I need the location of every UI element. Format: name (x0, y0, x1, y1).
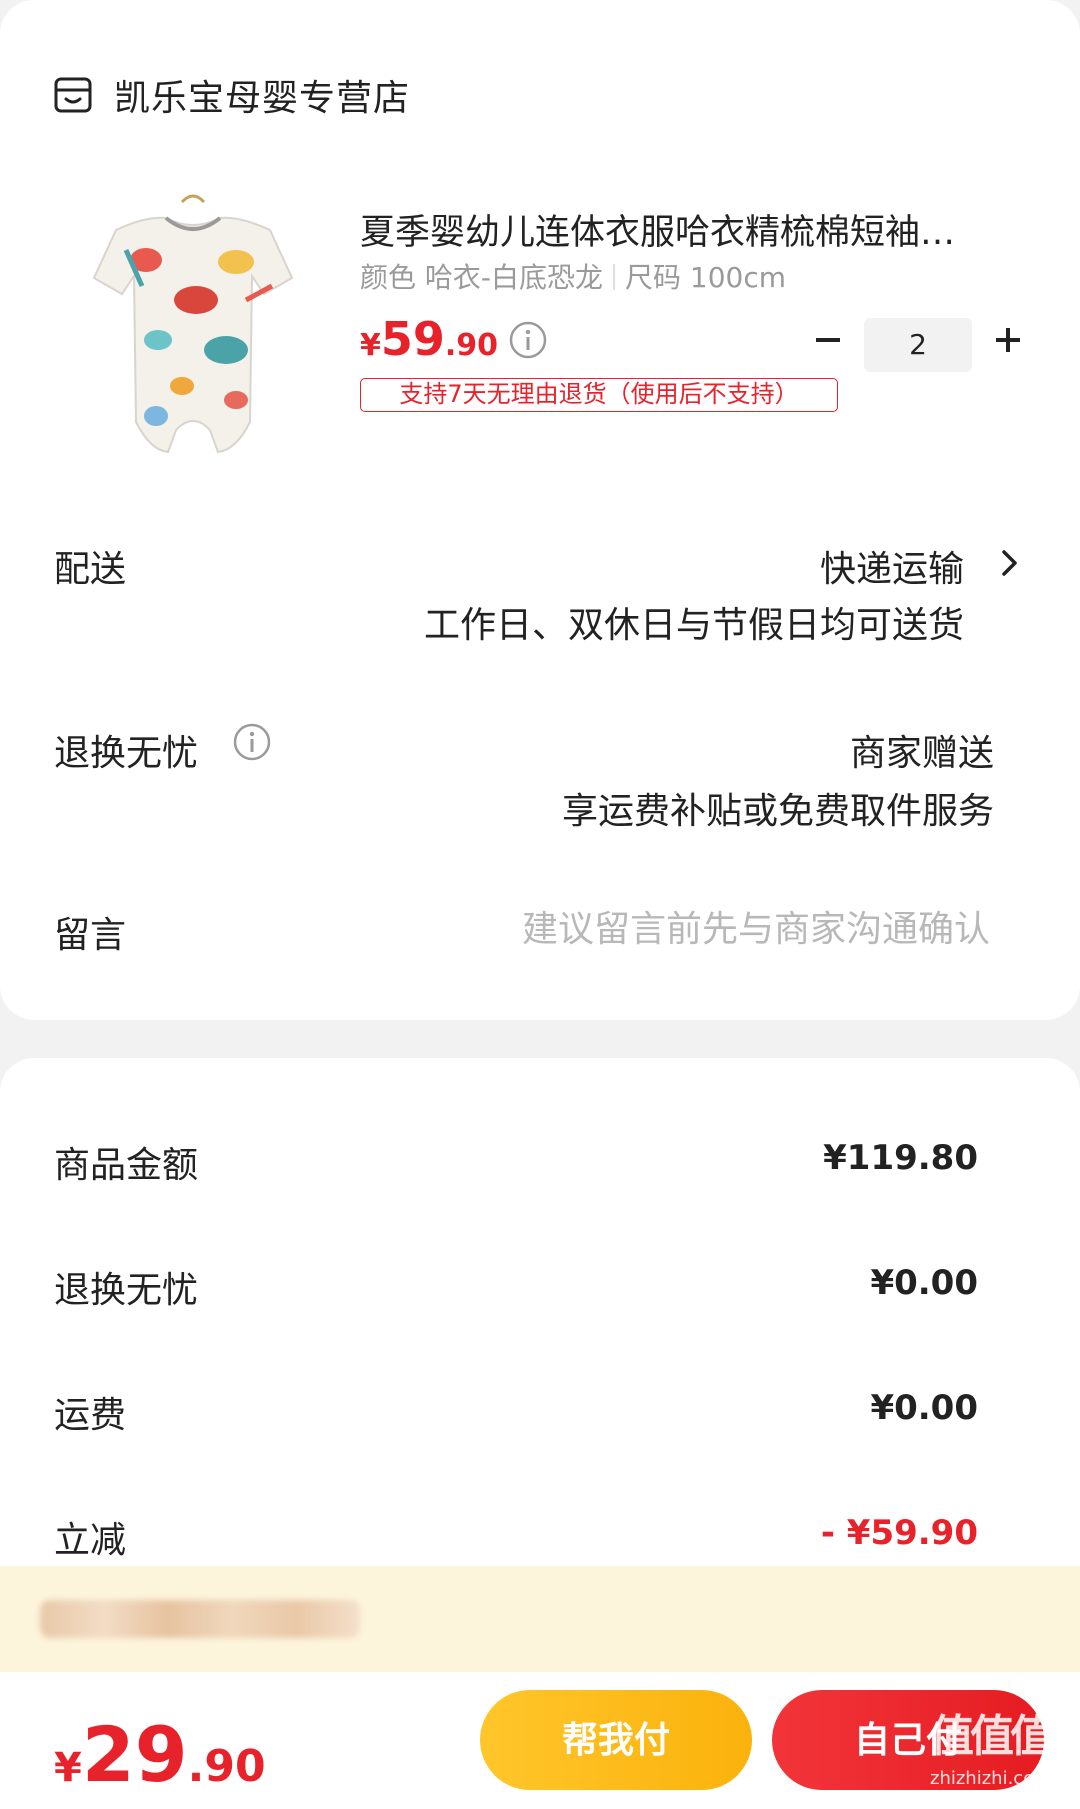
price-integer: 59 (380, 312, 445, 366)
order-card: 凯乐宝母婴专营店 夏季婴幼儿连体衣服哈衣精梳棉短袖… 颜色 哈衣-白底恐龙 尺码 … (0, 0, 1080, 1020)
spec-divider (613, 264, 616, 290)
quantity-input[interactable]: 2 (864, 318, 972, 372)
shipping-value: ¥0.00 (870, 1388, 978, 1428)
total-price: ¥ 29 .90 (54, 1710, 266, 1799)
help-me-pay-button[interactable]: 帮我付 (480, 1690, 752, 1790)
store-header[interactable]: 凯乐宝母婴专营店 (54, 70, 410, 120)
delivery-days: 工作日、双休日与节假日均可送货 (423, 605, 964, 646)
returns-fee-value: ¥0.00 (870, 1263, 978, 1303)
product-image[interactable] (86, 190, 300, 466)
total-integer: 29 (81, 1710, 188, 1799)
price-info-icon[interactable] (508, 320, 548, 360)
quantity-plus-button[interactable] (994, 326, 1022, 354)
blurred-promo-text (40, 1600, 360, 1638)
total-currency: ¥ (54, 1745, 82, 1791)
promo-strip (0, 1566, 1080, 1672)
delivery-method[interactable]: 快递运输 (820, 540, 964, 592)
shipping-label: 运费 (54, 1395, 127, 1436)
returns-label: 退换无忧 (54, 733, 199, 774)
returns-gift: 商家赠送 (849, 733, 994, 774)
product-title[interactable]: 夏季婴幼儿连体衣服哈衣精梳棉短袖… (360, 204, 1020, 255)
goods-amount-label: 商品金额 (54, 1145, 199, 1186)
spec-color: 颜色 哈衣-白底恐龙 (360, 261, 604, 294)
total-decimal: .90 (187, 1741, 266, 1792)
returns-service: 享运费补贴或免费取件服务 (561, 791, 994, 832)
return-policy-tag: 支持7天无理由退货（使用后不支持） (360, 378, 838, 412)
quantity-minus-button[interactable] (814, 326, 842, 354)
returns-fee-label: 退换无忧 (54, 1270, 199, 1311)
note-input[interactable] (400, 904, 990, 954)
delivery-label: 配送 (54, 549, 127, 590)
price-decimal: .90 (444, 328, 499, 363)
note-label: 留言 (54, 915, 127, 956)
price-currency: ¥ (360, 328, 381, 363)
product-spec[interactable]: 颜色 哈衣-白底恐龙 尺码 100cm (360, 256, 786, 296)
store-name: 凯乐宝母婴专营店 (114, 78, 411, 119)
discount-label: 立减 (54, 1520, 127, 1561)
chevron-right-icon[interactable] (998, 546, 1022, 580)
discount-value: - ¥59.90 (820, 1513, 978, 1553)
spec-size: 尺码 100cm (625, 261, 787, 294)
watermark-url: zhizhizhi.com (930, 1768, 1052, 1789)
watermark-logo: 值值值 (930, 1711, 1054, 1762)
unit-price: ¥ 59 .90 (360, 312, 498, 366)
returns-info-icon[interactable] (232, 722, 272, 762)
checkout-bar: ¥ 29 .90 帮我付 自己付 值值值 zhizhizhi.com (0, 1672, 1080, 1809)
goods-amount-value: ¥119.80 (823, 1138, 978, 1178)
store-icon (54, 77, 92, 113)
